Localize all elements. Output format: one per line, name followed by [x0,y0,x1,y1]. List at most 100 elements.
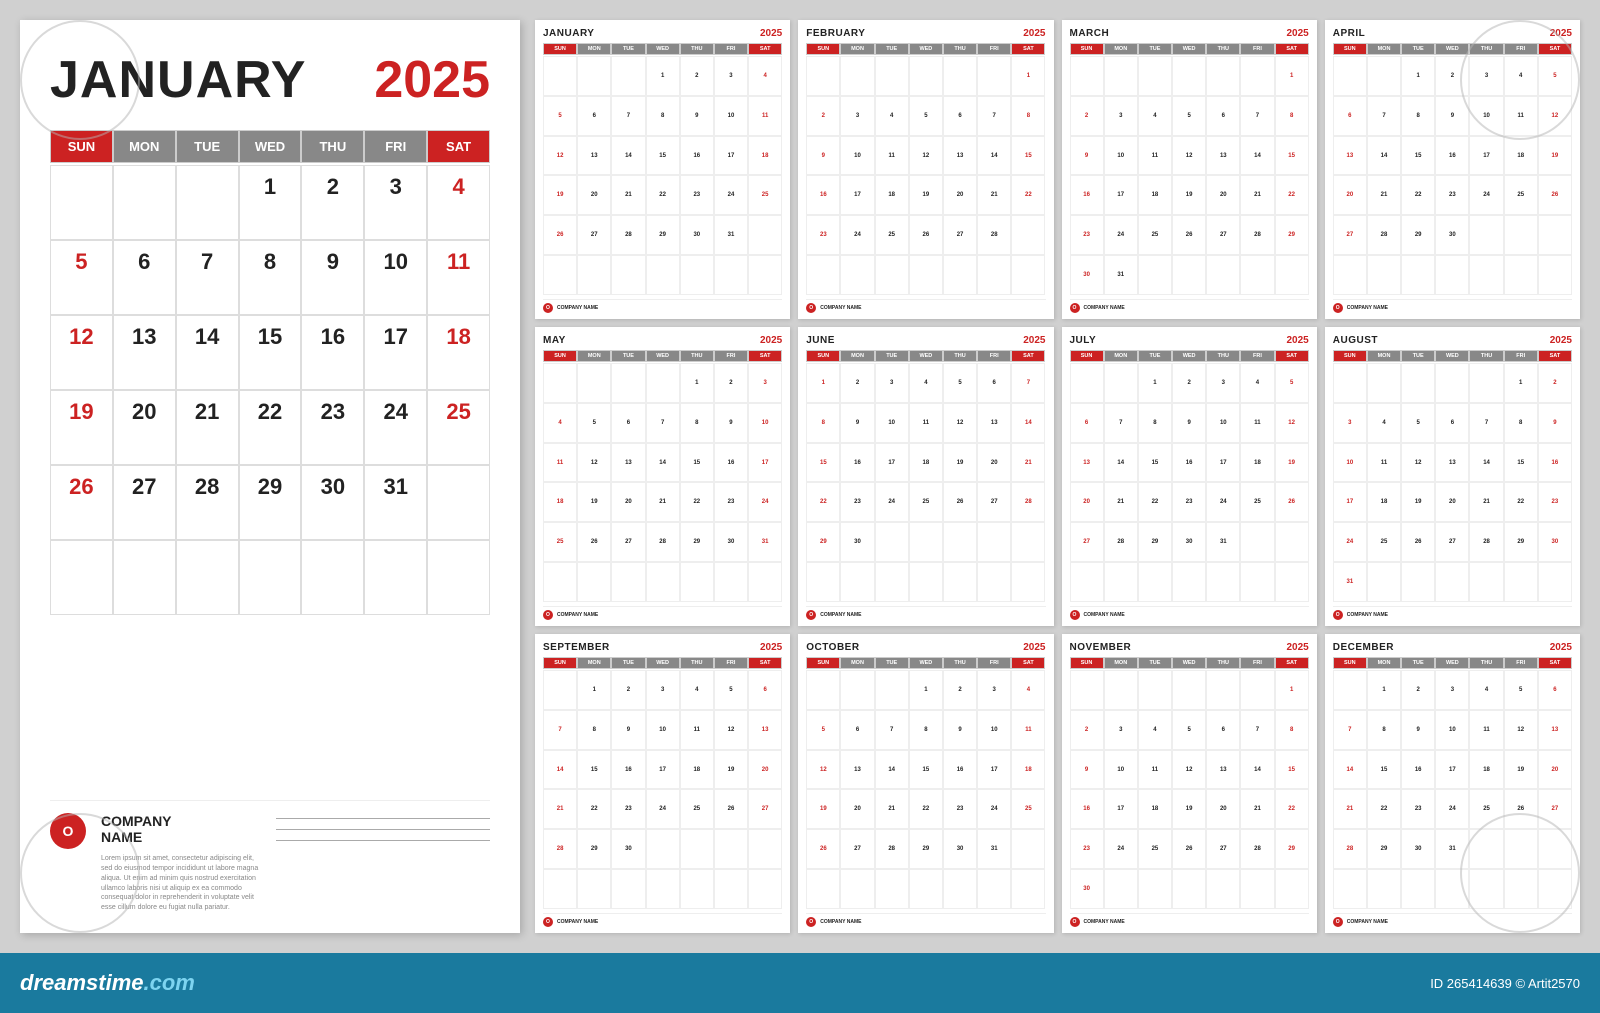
small-cal-cell [1011,522,1045,562]
small-cal-cell: 8 [1367,710,1401,750]
small-cal-cell: 8 [1275,710,1309,750]
small-day-header-sun: SUN [806,43,840,55]
small-cal-cell: 21 [1240,175,1274,215]
small-cal-cell: 1 [1011,56,1045,96]
small-cal-cell [714,869,748,909]
small-cal-cell: 7 [646,403,680,443]
cal-cell: 23 [301,390,364,465]
cal-cell: 14 [176,315,239,390]
small-cal-cell: 9 [1070,750,1104,790]
small-cal-cell: 13 [1435,443,1469,483]
small-cal-cell: 3 [1104,96,1138,136]
small-cal-cell [1240,869,1274,909]
small-cal-cell: 1 [1275,670,1309,710]
small-cal-cell [977,522,1011,562]
small-cal-cell [875,522,909,562]
small-cal-cell [543,363,577,403]
small-cal-cell [543,869,577,909]
small-day-header-mon: MON [840,43,874,55]
small-cal-cell: 21 [1240,789,1274,829]
small-cal-cell: 22 [646,175,680,215]
small-cal-footer: OCOMPANY NAME [1333,606,1572,620]
small-cal-cell: 24 [977,789,1011,829]
small-cal-cell: 26 [943,482,977,522]
small-cal-cell [840,562,874,602]
small-cal-cell: 6 [577,96,611,136]
small-cal-cell: 10 [1435,710,1469,750]
small-cal-cell: 20 [577,175,611,215]
small-cal-cell: 30 [943,829,977,869]
small-cal-cell: 29 [680,522,714,562]
small-cal-cell: 23 [714,482,748,522]
small-cal-cell: 5 [1172,96,1206,136]
small-cal-days-header: SUNMONTUEWEDTHUFRISAT [1333,350,1572,362]
small-cal-cell: 13 [1333,136,1367,176]
small-cal-cell [943,522,977,562]
small-cal-cell [748,562,782,602]
small-cal-cell: 4 [1504,56,1538,96]
small-cal-month: SEPTEMBER [543,642,610,653]
small-cal-cell: 27 [611,522,645,562]
small-cal-cell [748,255,782,295]
small-cal-header: DECEMBER2025 [1333,642,1572,653]
cal-cell: 31 [364,465,427,540]
small-cal-cell: 13 [1538,710,1572,750]
small-cal-cell [1333,363,1367,403]
small-cal-cell: 29 [646,215,680,255]
small-cal-cell: 15 [1138,443,1172,483]
small-cal-cell [1172,670,1206,710]
small-cal-cell [1333,255,1367,295]
small-cal-cell: 10 [1104,136,1138,176]
small-cal-cell [1240,522,1274,562]
cal-cell: 5 [50,240,113,315]
small-cal-cell: 6 [1206,96,1240,136]
small-cal-month: DECEMBER [1333,642,1394,653]
small-cal-cell: 4 [543,403,577,443]
small-cal-cell: 10 [1469,96,1503,136]
cal-cell: 10 [364,240,427,315]
small-cal-cell: 10 [1333,443,1367,483]
small-day-header-wed: WED [909,43,943,55]
small-cal-year: 2025 [1287,335,1309,346]
small-cal-cell: 29 [577,829,611,869]
small-cal-cell: 18 [680,750,714,790]
small-cal-cell: 26 [543,215,577,255]
small-day-header-sat: SAT [1275,350,1309,362]
small-cal-cell [1469,215,1503,255]
cal-cell [50,165,113,240]
small-cal-cell: 3 [977,670,1011,710]
cal-days-header: SUN MON TUE WED THU FRI SAT [50,130,490,163]
small-cal-cell: 12 [1172,136,1206,176]
small-company-logo: O [1070,303,1080,313]
small-cal-cell: 6 [1333,96,1367,136]
small-cal-cell [1275,869,1309,909]
small-cal-cell: 11 [1138,750,1172,790]
small-cal-cell: 26 [1172,829,1206,869]
small-company-logo: O [543,610,553,620]
small-cal-cell [909,562,943,602]
small-cal-cell: 30 [840,522,874,562]
small-cal-cell: 29 [1504,522,1538,562]
small-day-header-sat: SAT [748,657,782,669]
small-cal-cell: 20 [943,175,977,215]
small-calendars: JANUARY2025SUNMONTUEWEDTHUFRISAT 1234567… [535,20,1580,933]
small-cal-cell [943,56,977,96]
small-cal-cell: 28 [1240,215,1274,255]
small-cal-cell: 12 [714,710,748,750]
small-cal-cell [680,562,714,602]
company-logo: O [50,813,86,849]
small-cal-cell: 18 [543,482,577,522]
small-cal-cell [1504,255,1538,295]
small-cal-cell: 10 [1206,403,1240,443]
cal-cell [427,465,490,540]
small-cal-cell: 22 [909,789,943,829]
small-cal-june: JUNE2025SUNMONTUEWEDTHUFRISAT12345678910… [798,327,1053,626]
small-day-header-sun: SUN [1333,43,1367,55]
small-cal-cell: 26 [1538,175,1572,215]
small-cal-cell: 17 [714,136,748,176]
small-company-name: COMPANY NAME [820,305,861,311]
small-cal-cell: 6 [840,710,874,750]
small-cal-cell [1011,829,1045,869]
small-cal-cell: 5 [577,403,611,443]
small-cal-cell: 18 [875,175,909,215]
